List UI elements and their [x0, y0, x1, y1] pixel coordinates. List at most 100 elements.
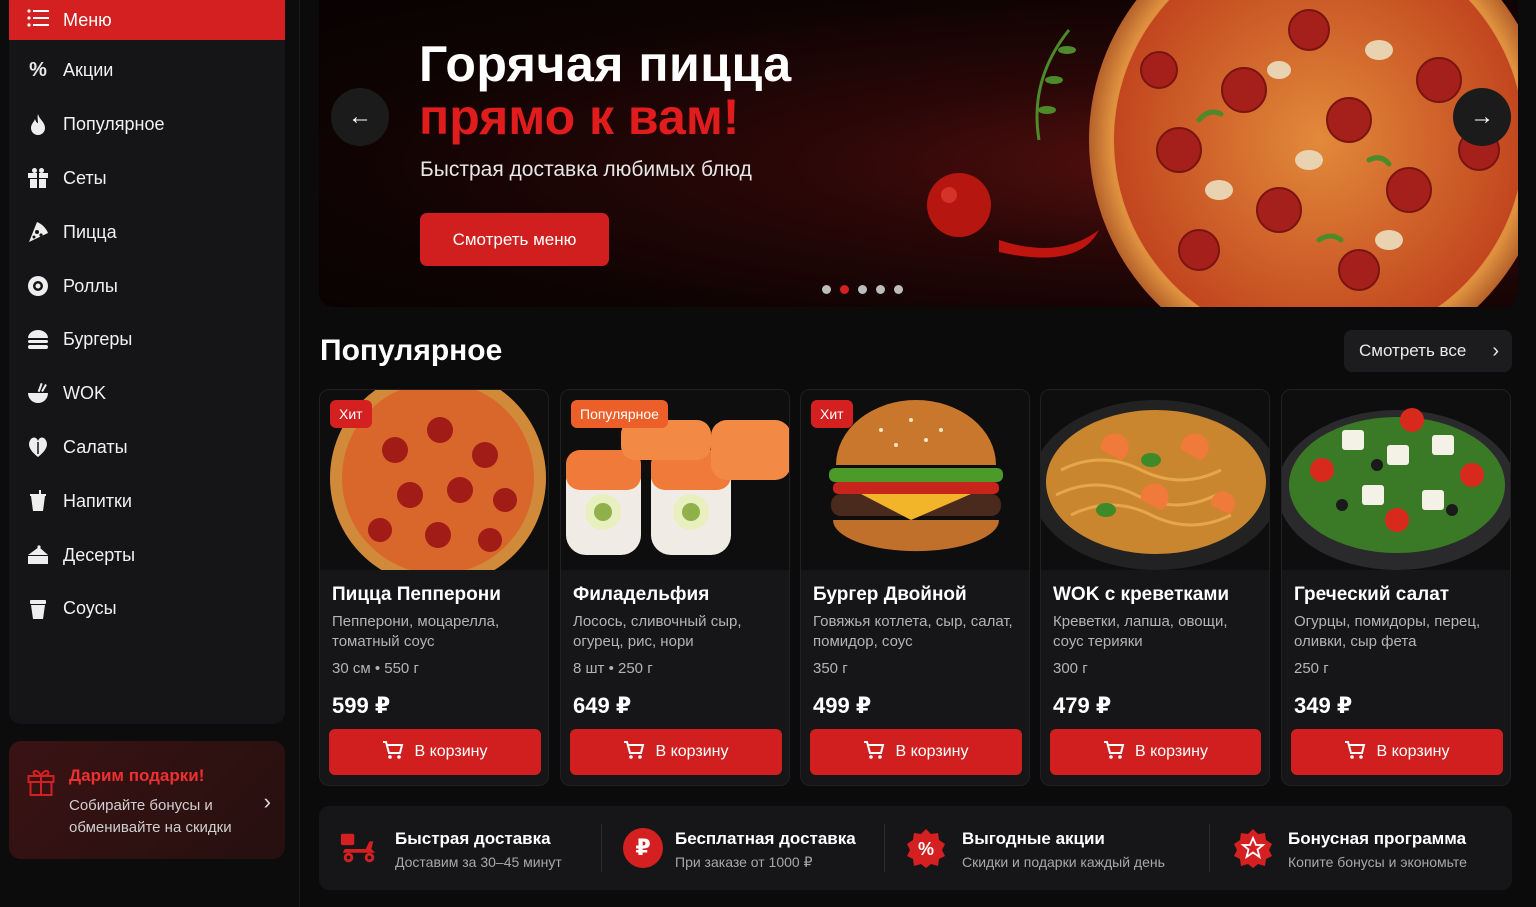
add-to-cart-label: В корзину [655, 743, 729, 760]
sidebar-item-pizza[interactable]: Пицца [9, 205, 285, 259]
cart-icon [863, 740, 885, 765]
product-badge: Хит [811, 400, 853, 428]
product-price: 599 ₽ [332, 693, 391, 718]
discount-badge-icon: % [906, 828, 946, 868]
see-all-label: Смотреть все [1359, 341, 1467, 360]
cart-icon [1344, 740, 1366, 765]
product-card[interactable]: Греческий салат Огурцы, помидоры, перец,… [1281, 389, 1511, 786]
product-badge: Хит [330, 400, 372, 428]
add-to-cart-label: В корзину [1134, 743, 1209, 760]
popular-section-title: Популярное [320, 334, 503, 367]
product-price: 349 ₽ [1294, 693, 1353, 718]
roll-icon [27, 275, 49, 297]
add-to-cart-button[interactable]: В корзину [1050, 729, 1261, 775]
add-to-cart-button[interactable]: В корзину [810, 729, 1022, 775]
divider [1209, 824, 1210, 872]
add-to-cart-button[interactable]: В корзину [1291, 729, 1503, 775]
sidebar-item-label: Бургеры [63, 329, 133, 350]
sidebar-item-desserts[interactable]: Десерты [9, 528, 285, 582]
sidebar-item-label: WOK [63, 383, 106, 404]
carousel-dot[interactable] [822, 285, 831, 294]
product-image[interactable] [1282, 390, 1510, 570]
fire-icon [27, 113, 49, 136]
sidebar-item-sauces[interactable]: Соусы [9, 582, 285, 636]
percent-icon: % [29, 59, 47, 82]
add-to-cart-label: В корзину [895, 743, 969, 760]
sidebar: Меню % Акции Популярное Сеты Пицца Роллы… [0, 0, 300, 907]
product-meta: 30 см • 550 г [332, 660, 419, 677]
sidebar-item-sets[interactable]: Сеты [9, 152, 285, 206]
product-card[interactable]: WOK с креветками Креветки, лапша, овощи,… [1040, 389, 1270, 786]
chevron-right-icon: › [263, 789, 271, 814]
category-menu: Меню % Акции Популярное Сеты Пицца Роллы… [9, 0, 285, 724]
product-badge: Популярное [571, 400, 668, 428]
sidebar-item-rolls[interactable]: Роллы [9, 259, 285, 313]
sidebar-item-label: Популярное [63, 114, 165, 135]
product-meta: 350 г [813, 660, 848, 677]
sidebar-item-label: Напитки [63, 490, 132, 511]
add-to-cart-label: В корзину [414, 743, 488, 760]
add-to-cart-button[interactable]: В корзину [570, 729, 782, 775]
sidebar-item-promos[interactable]: % Акции [9, 44, 285, 98]
banner-subtitle: Быстрая доставка любимых блюд [420, 158, 752, 181]
promo-title: Дарим подарки! [69, 766, 205, 785]
product-meta: 250 г [1294, 660, 1329, 677]
product-card[interactable]: Хит Бургер Двойной Говяжья котлета, сыр,… [800, 389, 1030, 786]
gift-icon [27, 767, 55, 802]
sidebar-item-drinks[interactable]: Напитки [9, 474, 285, 528]
promo-text: Собирайте бонусы и обменивайте на скидки [69, 797, 232, 836]
sidebar-item-wok[interactable]: WOK [9, 367, 285, 421]
divider [601, 824, 602, 872]
product-card[interactable]: Хит Пицца Пепперони Пепперони, моцарелла… [319, 389, 549, 786]
divider [884, 824, 885, 872]
view-menu-button[interactable]: Смотреть меню [420, 213, 609, 266]
product-card[interactable]: Популярное Филадельфия Лосось, сливочный… [560, 389, 790, 786]
hamburger-icon [27, 8, 49, 32]
carousel-dot[interactable] [858, 285, 867, 294]
pizza-slice-icon [27, 221, 49, 243]
gift-box-icon [27, 167, 49, 189]
add-to-cart-button[interactable]: В корзину [329, 729, 541, 775]
product-name: WOK с креветками [1053, 584, 1230, 605]
product-name: Греческий салат [1294, 584, 1450, 605]
star-badge-icon [1233, 828, 1273, 868]
scooter-icon [339, 828, 379, 868]
chevron-right-icon: › [1492, 339, 1500, 362]
cart-icon [1103, 740, 1125, 765]
sidebar-item-label: Десерты [63, 544, 136, 565]
product-image[interactable] [1041, 390, 1269, 570]
feature-title: Бонусная программа [1288, 829, 1467, 848]
carousel-dot[interactable] [840, 285, 849, 294]
features-bar: Быстрая доставка Доставим за 30–45 минут… [319, 806, 1512, 890]
product-description: Огурцы, помидоры, перец, оливки, сыр фет… [1294, 613, 1481, 650]
product-name: Филадельфия [573, 584, 710, 605]
product-name: Бургер Двойной [813, 584, 967, 605]
drink-cup-icon [27, 490, 49, 512]
carousel-dot[interactable] [894, 285, 903, 294]
sidebar-item-popular[interactable]: Популярное [9, 98, 285, 152]
sidebar-item-label: Акции [63, 60, 114, 81]
product-description: Говяжья котлета, сыр, салат, помидор, со… [813, 613, 1013, 650]
product-price: 479 ₽ [1053, 693, 1112, 718]
carousel-dot[interactable] [876, 285, 885, 294]
hero-banner: Горячая пицца прямо к вам! Быстрая доста… [319, 0, 1518, 307]
see-all-button[interactable]: Смотреть все › [1344, 330, 1512, 372]
sidebar-item-label: Роллы [63, 275, 118, 296]
product-price: 499 ₽ [813, 693, 872, 718]
product-name: Пицца Пепперони [332, 584, 501, 605]
gifts-promo-card[interactable]: Дарим подарки! Собирайте бонусы и обмени… [9, 741, 285, 859]
svg-text:%: % [918, 839, 934, 859]
menu-header[interactable]: Меню [9, 0, 285, 40]
feature-subtitle: При заказе от 1000 ₽ [675, 854, 813, 870]
sidebar-item-label: Пицца [63, 221, 117, 242]
feature-title: Быстрая доставка [395, 829, 551, 848]
product-meta: 300 г [1053, 660, 1088, 677]
sauce-cup-icon [27, 598, 49, 620]
cart-icon [382, 740, 404, 765]
sidebar-item-burgers[interactable]: Бургеры [9, 313, 285, 367]
feature-subtitle: Доставим за 30–45 минут [395, 854, 562, 870]
sidebar-item-salads[interactable]: Салаты [9, 421, 285, 475]
banner-prev-button[interactable]: ← [331, 88, 389, 146]
banner-next-button[interactable]: → [1453, 88, 1511, 146]
product-description: Креветки, лапша, овощи, соус терияки [1053, 613, 1228, 650]
